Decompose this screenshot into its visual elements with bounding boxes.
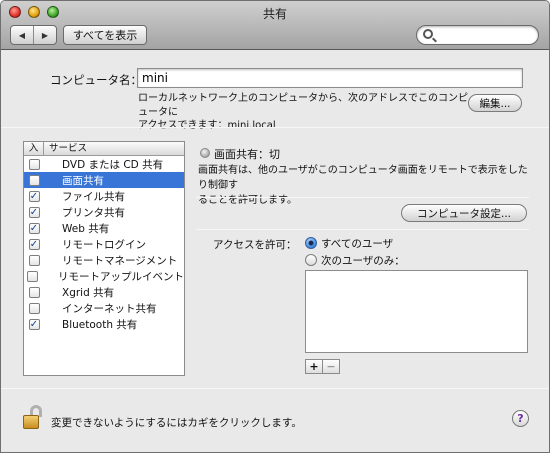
lock-message: 変更できないようにするにはカギをクリックします。 [51,417,302,429]
address-desc-line-1: ローカルネットワーク上のコンピュータから、次のアドレスでこのコンピュータに [138,93,468,118]
service-checkbox[interactable] [26,270,38,282]
service-name: プリンタ共有 [62,206,125,219]
service-row[interactable]: リモートアップルイベント [24,268,184,284]
service-checkbox-cell [24,174,44,186]
service-name: リモートアップルイベント [58,270,184,283]
divider [1,127,549,128]
service-checkbox[interactable]: ✓ [28,190,40,202]
service-row[interactable]: インターネット共有 [24,300,184,316]
title-bar: 共有 ◀ ▶ すべてを表示 [1,1,549,50]
forward-button[interactable]: ▶ [33,26,56,44]
service-checkbox-cell: ✓ [24,190,44,202]
service-status: 画面共有：切 [214,148,280,161]
divider [1,388,549,389]
service-checkbox-cell [24,158,44,170]
service-row[interactable]: ✓ Bluetooth 共有 [24,316,184,332]
service-row[interactable]: Xgrid 共有 [24,284,184,300]
access-label: アクセスを許可： [213,239,297,251]
service-checkbox[interactable] [28,254,40,266]
lock-icon[interactable] [23,405,45,429]
service-name: ファイル共有 [62,190,125,203]
only-users-radio[interactable] [305,254,317,266]
service-description: 画面共有は、他のユーザがこのコンピュータ画面をリモートで表示をしたり制御す るこ… [198,163,528,208]
computer-name-input[interactable] [137,68,523,88]
edit-button[interactable]: 編集... [468,94,522,112]
service-name: Xgrid 共有 [62,286,115,299]
divider [196,229,529,230]
service-checkbox[interactable]: ✓ [28,206,40,218]
divider [196,197,529,198]
show-all-button[interactable]: すべてを表示 [63,25,147,45]
service-row[interactable]: 画面共有 [24,172,184,188]
add-remove-control: + − [305,359,340,374]
service-checkbox[interactable] [28,286,40,298]
service-name: Web 共有 [62,222,110,235]
back-forward-control: ◀ ▶ [10,25,57,45]
service-checkbox-cell: ✓ [24,238,44,250]
service-desc-line-1: 画面共有は、他のユーザがこのコンピュータ画面をリモートで表示をしたり制御す [198,165,528,191]
computer-settings-button[interactable]: コンピュータ設定... [401,204,527,222]
remove-user-button[interactable]: − [322,360,339,373]
service-row[interactable]: リモートマネージメント [24,252,184,268]
window-title: 共有 [262,7,287,21]
address-desc-line-2: アクセスできます：mini.local [138,120,276,131]
preferences-window: 共有 ◀ ▶ すべてを表示 コンピュータ名： ローカルネットワーク上のコンピュー… [0,0,550,453]
service-row[interactable]: ✓ リモートログイン [24,236,184,252]
service-name: 画面共有 [62,174,104,187]
service-checkbox-cell [24,302,44,314]
service-list-header: 入 サービス [24,142,184,156]
service-checkbox[interactable]: ✓ [28,318,40,330]
service-row[interactable]: ✓ プリンタ共有 [24,204,184,220]
service-row[interactable]: DVD または CD 共有 [24,156,184,172]
service-name: インターネット共有 [62,302,157,315]
service-name: リモートマネージメント [62,254,178,267]
service-name: リモートログイン [62,238,146,251]
allowed-users-list[interactable] [305,270,528,353]
service-name: Bluetooth 共有 [62,318,138,331]
computer-name-label: コンピュータ名： [50,73,142,87]
service-rows: DVD または CD 共有 画面共有 ✓ ファイル共有 ✓ プリンタ共有 ✓ Web 共有 ✓ リ… [24,156,184,332]
help-button[interactable]: ? [512,410,529,427]
service-name: DVD または CD 共有 [62,158,164,171]
all-users-radio[interactable] [305,237,317,249]
service-row[interactable]: ✓ Web 共有 [24,220,184,236]
service-checkbox-cell: ✓ [24,206,44,218]
column-on[interactable]: 入 [24,142,44,155]
service-checkbox[interactable] [28,302,40,314]
service-checkbox-cell [24,270,40,282]
add-user-button[interactable]: + [306,360,322,373]
service-checkbox-cell: ✓ [24,222,44,234]
service-checkbox-cell [24,254,44,266]
service-checkbox-cell [24,286,44,298]
service-row[interactable]: ✓ ファイル共有 [24,188,184,204]
service-list[interactable]: 入 サービス DVD または CD 共有 画面共有 ✓ ファイル共有 ✓ プリンタ共有 ✓ W… [23,141,185,376]
back-button[interactable]: ◀ [11,26,33,44]
service-checkbox[interactable]: ✓ [28,222,40,234]
status-indicator-icon [200,148,210,158]
only-users-label[interactable]: 次のユーザのみ： [321,253,405,268]
all-users-label[interactable]: すべてのユーザ [321,236,393,251]
service-checkbox-cell: ✓ [24,318,44,330]
search-icon [423,29,433,39]
column-service[interactable]: サービス [44,142,87,155]
service-checkbox[interactable]: ✓ [28,238,40,250]
search-field[interactable] [416,25,539,45]
service-checkbox[interactable] [28,158,40,170]
service-checkbox[interactable] [28,174,40,186]
